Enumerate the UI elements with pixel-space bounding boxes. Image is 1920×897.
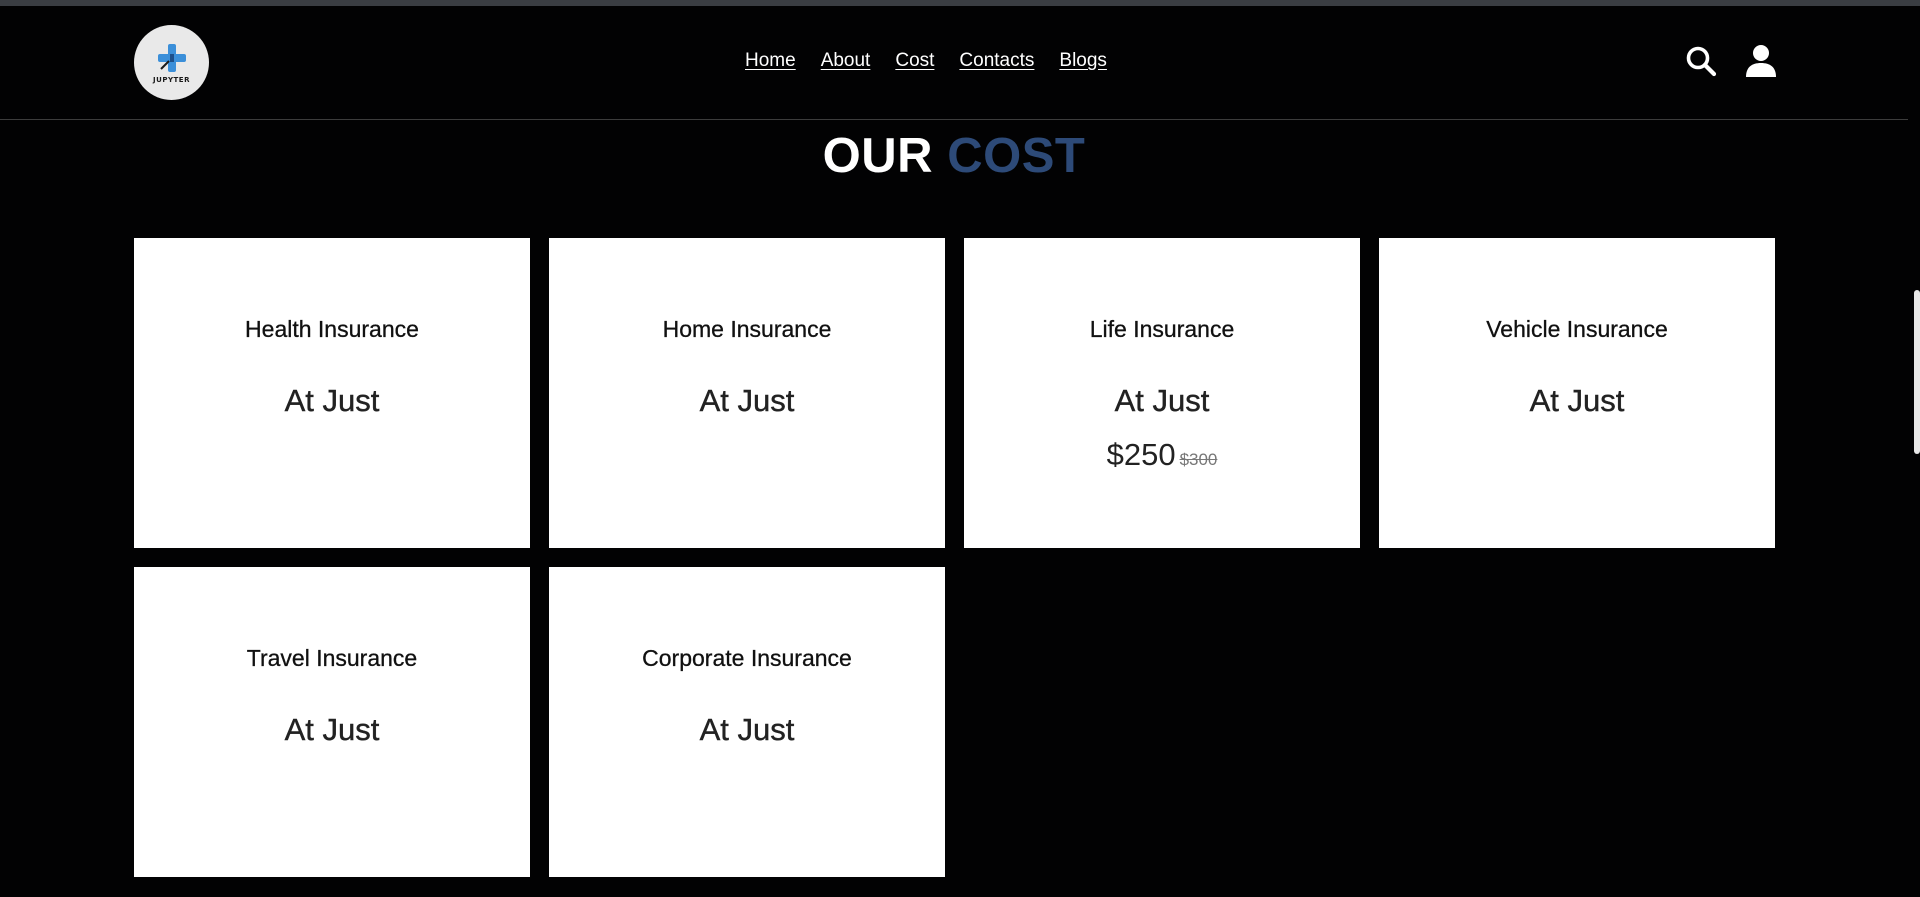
card-subtitle: At Just	[699, 383, 795, 418]
nav-link-cost[interactable]: Cost	[895, 50, 934, 72]
card-price: $250 $300	[1107, 435, 1218, 480]
cost-card-travel[interactable]: Travel Insurance At Just	[134, 567, 530, 877]
card-subtitle: At Just	[284, 712, 380, 747]
search-button[interactable]	[1684, 44, 1718, 78]
site-header: JUPYTER Home About Cost Contacts Blogs	[0, 6, 1908, 120]
medical-cross-icon	[157, 44, 186, 72]
section-title: OUR COST	[0, 126, 1908, 186]
header-actions	[1684, 44, 1778, 78]
card-title: Life Insurance	[1089, 316, 1235, 342]
card-title: Vehicle Insurance	[1486, 316, 1668, 342]
section-title-part1: OUR	[822, 129, 934, 183]
card-subtitle: At Just	[1114, 383, 1210, 418]
card-title: Home Insurance	[662, 316, 832, 342]
card-price-old: $300	[1179, 450, 1218, 469]
search-icon	[1686, 46, 1717, 77]
card-title: Health Insurance	[245, 316, 419, 342]
card-subtitle: At Just	[699, 712, 795, 747]
cost-card-corporate[interactable]: Corporate Insurance At Just	[549, 567, 945, 877]
cost-card-life[interactable]: Life Insurance At Just $250 $300	[964, 238, 1360, 548]
card-title: Travel Insurance	[246, 645, 418, 671]
card-title: Corporate Insurance	[642, 645, 852, 671]
nav-link-about[interactable]: About	[821, 50, 871, 72]
page-scrollbar-thumb[interactable]	[1914, 290, 1920, 454]
card-subtitle: At Just	[284, 383, 380, 418]
cost-card-vehicle[interactable]: Vehicle Insurance At Just	[1379, 238, 1775, 548]
card-price-current: $250	[1106, 437, 1176, 472]
user-icon	[1746, 45, 1776, 77]
section-title-part2: COST	[947, 129, 1086, 183]
cost-cards-grid: Health Insurance At Just Home Insurance …	[134, 238, 1776, 877]
account-button[interactable]	[1744, 44, 1778, 78]
cost-card-health[interactable]: Health Insurance At Just	[134, 238, 530, 548]
card-subtitle: At Just	[1529, 383, 1625, 418]
nav-link-contacts[interactable]: Contacts	[959, 50, 1034, 72]
site-logo[interactable]: JUPYTER	[134, 25, 209, 100]
main-nav: Home About Cost Contacts Blogs	[745, 50, 1107, 72]
cost-card-home[interactable]: Home Insurance At Just	[549, 238, 945, 548]
nav-link-blogs[interactable]: Blogs	[1059, 50, 1107, 72]
logo-text: JUPYTER	[153, 76, 190, 84]
nav-link-home[interactable]: Home	[745, 50, 796, 72]
